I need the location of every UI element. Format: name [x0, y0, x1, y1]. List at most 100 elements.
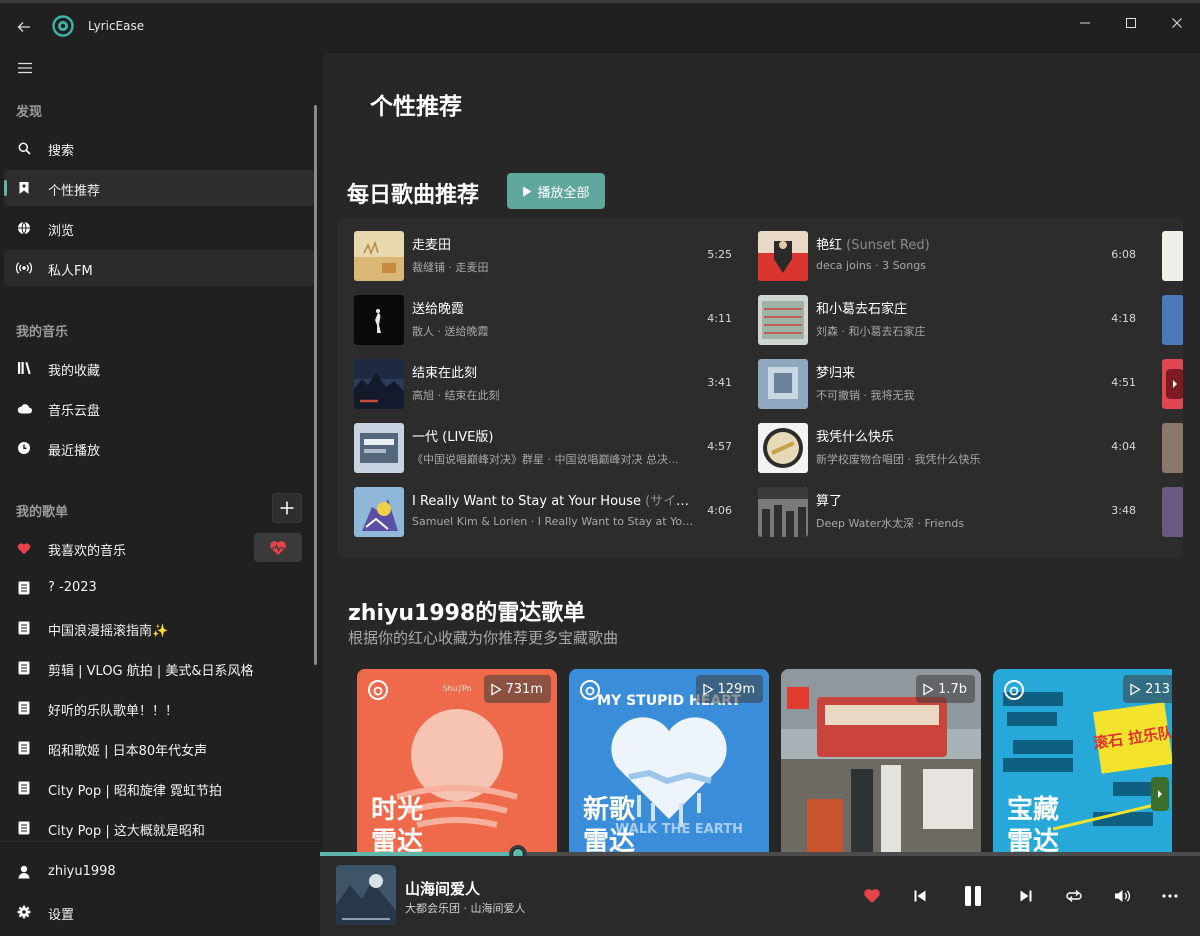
playlist-card[interactable]: 1.7b — [781, 669, 981, 853]
song-cover-peek — [1162, 359, 1183, 409]
user-icon — [16, 864, 32, 880]
sidebar-item-label: 私人FM — [48, 264, 93, 279]
back-button[interactable] — [12, 15, 36, 39]
section-my-music: 我的音乐 — [16, 325, 69, 340]
pause-icon — [965, 886, 981, 906]
song-row[interactable]: 算了 Deep Water水太深 · Friends 3:48 — [758, 485, 1138, 539]
close-button[interactable] — [1154, 9, 1200, 37]
song-cover — [354, 231, 404, 281]
song-duration: 5:25 — [707, 248, 732, 261]
song-row[interactable]: 我凭什么快乐 新学校废物合唱团 · 我凭什么快乐 4:04 — [758, 421, 1138, 475]
song-cover — [354, 295, 404, 345]
sidebar-item-recent[interactable]: 最近播放 — [4, 430, 315, 466]
sidebar-item-playlist[interactable]: 昭和歌姬 | 日本80年代女声 — [4, 730, 315, 766]
sidebar-item-collection[interactable]: 我的收藏 — [4, 350, 315, 386]
song-meta: deca joins · 3 Songs — [816, 259, 926, 272]
sidebar-item-label: 我的收藏 — [48, 364, 101, 379]
play-outline-icon — [923, 682, 934, 696]
song-row[interactable]: 和小葛去石家庄 刘森 · 和小葛去石家庄 4:18 — [758, 293, 1138, 347]
song-row[interactable]: 结束在此刻 高旭 · 结束在此刻 3:41 — [354, 357, 734, 411]
song-row[interactable]: 一代 (LIVE版) 《中国说唱巅峰对决》群星 · 中国说唱巅峰对决 总决...… — [354, 421, 734, 475]
sidebar-divider — [0, 841, 320, 842]
menu-toggle-button[interactable] — [12, 57, 38, 79]
card-title-line2: 雷达 — [1007, 827, 1060, 853]
song-title: 梦归来 — [816, 366, 856, 381]
play-count-badge: 129m — [695, 675, 763, 703]
playlist-icon — [16, 580, 32, 596]
playlist-icon — [16, 820, 32, 836]
song-cover — [354, 487, 404, 537]
sidebar-item-user[interactable]: zhiyu1998 — [4, 854, 315, 890]
sidebar-item-browse[interactable]: 浏览 — [4, 210, 315, 246]
previous-button[interactable] — [906, 882, 934, 910]
sidebar-item-label: 中国浪漫摇滚指南✨ — [48, 624, 169, 639]
heart-icon — [864, 889, 880, 903]
song-row[interactable]: 送给晚霞 散人 · 送给晚霞 4:11 — [354, 293, 734, 347]
sidebar-item-playlist[interactable]: 好听的乐队歌单！！！ — [4, 690, 315, 726]
search-icon — [16, 140, 32, 156]
sidebar-item-playlist[interactable]: 剪辑 | VLOG 航拍 | 美式&日系风格 — [4, 650, 315, 686]
play-count: 213 — [1145, 681, 1170, 697]
next-button[interactable] — [1012, 882, 1040, 910]
now-playing-artist[interactable]: 大都会乐团 · 山海间爱人 — [405, 900, 526, 916]
minimize-button[interactable] — [1062, 9, 1108, 37]
sidebar-item-label: 浏览 — [48, 224, 75, 239]
maximize-button[interactable] — [1108, 9, 1154, 37]
playlist-card[interactable]: 滚石 拉乐队 213 宝藏 雷达 — [993, 669, 1172, 853]
card-title-line2: 雷达 — [371, 827, 424, 853]
play-count: 731m — [505, 681, 543, 697]
sidebar-item-playlist[interactable]: ? -2023 — [4, 570, 315, 606]
sidebar-item-recommend[interactable]: 个性推荐 — [4, 170, 315, 206]
sidebar-item-label: 搜索 — [48, 144, 75, 159]
song-row[interactable]: 艳红 (Sunset Red) deca joins · 3 Songs 6:0… — [758, 229, 1138, 283]
sidebar-item-playlist[interactable]: City Pop | 昭和旋律 霓虹节拍 — [4, 770, 315, 806]
song-cover — [758, 295, 808, 345]
like-button[interactable] — [858, 882, 886, 910]
add-playlist-button[interactable] — [272, 493, 302, 523]
song-meta: 新学校废物合唱团 · 我凭什么快乐 — [816, 453, 981, 466]
scroll-right-button[interactable] — [1151, 777, 1169, 811]
volume-button[interactable] — [1108, 882, 1136, 910]
playlist-card[interactable]: MY STUPID HEART WALK THE EARTH 129m 新歌 雷… — [569, 669, 769, 853]
sidebar-item-playlist[interactable]: 中国浪漫摇滚指南✨ — [4, 610, 315, 646]
song-row[interactable]: 梦归来 不可撤销 · 我将无我 4:51 — [758, 357, 1138, 411]
song-cover — [758, 423, 808, 473]
chevron-right-icon — [1158, 790, 1162, 798]
sidebar-item-fm[interactable]: 私人FM — [4, 250, 315, 286]
minimize-icon — [1080, 22, 1090, 24]
selection-indicator — [4, 180, 7, 196]
section-discover: 发现 — [16, 105, 43, 120]
bookmark-icon — [16, 180, 32, 196]
song-row[interactable]: 走麦田 裁缝铺 · 走麦田 5:25 — [354, 229, 734, 283]
netease-icon — [580, 680, 600, 700]
title-bar: LyricEase — [0, 3, 1200, 51]
sidebar-item-search[interactable]: 搜索 — [4, 130, 315, 166]
pause-button[interactable] — [958, 881, 988, 911]
main-content: 个性推荐 每日歌曲推荐 播放全部 走麦田 裁缝铺 · 走麦田 5:25 送给晚霞… — [322, 53, 1200, 853]
song-cover — [354, 423, 404, 473]
now-playing-cover[interactable] — [336, 865, 396, 925]
play-all-button[interactable]: 播放全部 — [507, 173, 605, 209]
repeat-button[interactable] — [1060, 882, 1088, 910]
daily-songs-title: 每日歌曲推荐 — [347, 183, 480, 208]
song-duration: 4:18 — [1111, 312, 1136, 325]
more-button[interactable] — [1156, 882, 1184, 910]
sidebar-item-cloud[interactable]: 音乐云盘 — [4, 390, 315, 426]
now-playing-title[interactable]: 山海间爱人 — [405, 878, 480, 899]
sidebar-item-label: 最近播放 — [48, 444, 101, 459]
playlist-card[interactable]: Shu∫Po 731m 时光 雷达 — [357, 669, 557, 853]
sidebar-scrollbar[interactable] — [314, 105, 317, 665]
play-outline-icon — [1130, 682, 1141, 696]
song-cover-peek — [1162, 231, 1183, 281]
song-row[interactable]: I Really Want to Stay at Your House (サイバ… — [354, 485, 734, 539]
sidebar-item-label: 个性推荐 — [48, 184, 101, 199]
play-count-badge: 1.7b — [916, 675, 975, 703]
heart-mode-button[interactable] — [254, 533, 302, 562]
song-duration: 4:06 — [707, 504, 732, 517]
song-title: 走麦田 — [412, 238, 452, 253]
close-icon — [1172, 18, 1182, 28]
scroll-right-button[interactable] — [1166, 369, 1183, 399]
sidebar-item-settings[interactable]: 设置 — [4, 894, 315, 930]
playlist-icon — [16, 620, 32, 636]
song-title: 结束在此刻 — [412, 366, 478, 381]
